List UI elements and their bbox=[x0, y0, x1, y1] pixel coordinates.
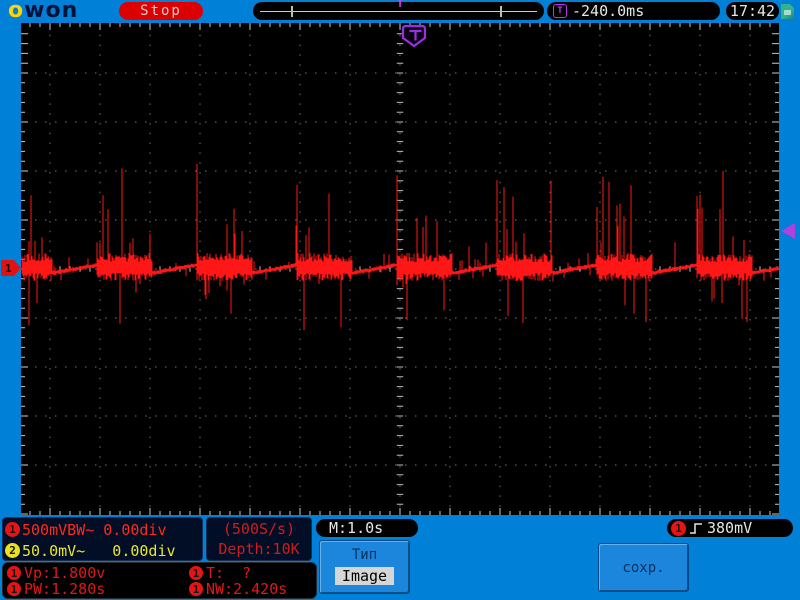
trigger-offset-readout: T -240.0ms bbox=[547, 2, 720, 20]
trigger-t-icon: T bbox=[553, 4, 567, 18]
measure-badge: 1 bbox=[7, 566, 21, 580]
measure-badge: 1 bbox=[189, 582, 203, 596]
ch1-trace bbox=[22, 164, 778, 330]
trigger-position-badge bbox=[403, 26, 425, 46]
logo-rest: won bbox=[24, 0, 78, 23]
oscilloscope-screen: owon Stop T T -240.0ms 17:42 1 1 500mVBW… bbox=[0, 0, 800, 600]
logo-o: o bbox=[8, 0, 24, 23]
owon-logo: owon bbox=[8, 0, 78, 23]
ch2-badge: 2 bbox=[5, 543, 20, 558]
window-right-bracket bbox=[500, 6, 502, 17]
sd-card-icon bbox=[781, 4, 794, 19]
channel-info-panel: 1 500mVBW~ 0.00div 2 50.0mV~ 0.00div bbox=[2, 517, 203, 561]
trigger-position-marker: T bbox=[394, 0, 406, 10]
timebase-readout: M:1.0s bbox=[316, 519, 418, 537]
menu-type-value[interactable]: Image bbox=[335, 567, 394, 585]
trigger-level-arrow-icon[interactable] bbox=[781, 223, 795, 239]
trigger-level-value: 380mV bbox=[707, 519, 752, 537]
record-line bbox=[260, 11, 537, 12]
measure-badge: 1 bbox=[189, 566, 203, 580]
measure-badge: 1 bbox=[7, 582, 21, 596]
measure-pw-value: PW:1.280s bbox=[24, 580, 105, 598]
measurements-panel: 1Vp:1.800v 1T: ? 1PW:1.280s 1NW:2.420s bbox=[2, 562, 317, 599]
ch2-settings: 50.0mV~ 0.00div bbox=[22, 542, 176, 560]
save-button[interactable]: сохр. bbox=[598, 543, 689, 592]
waveform-display bbox=[21, 23, 779, 515]
memory-depth: Depth:10K bbox=[218, 540, 299, 558]
measure-pw: 1PW:1.280s bbox=[7, 580, 189, 598]
trigger-readout: 1 380mV bbox=[667, 519, 793, 537]
clock: 17:42 bbox=[726, 2, 779, 20]
measure-nw: 1NW:2.420s bbox=[189, 580, 287, 598]
menu-type-button[interactable]: Тип Image bbox=[319, 540, 410, 594]
sample-rate: (500S/s) bbox=[223, 520, 295, 538]
ch1-settings: 500mVBW~ 0.00div bbox=[22, 521, 167, 539]
save-button-label: сохр. bbox=[622, 560, 664, 576]
menu-type-label: Тип bbox=[320, 547, 409, 563]
ch1-info-row: 1 500mVBW~ 0.00div bbox=[5, 519, 200, 540]
window-left-bracket bbox=[291, 6, 293, 17]
trigger-offset-value: -240.0ms bbox=[572, 2, 644, 20]
ch1-position-marker[interactable]: 1 bbox=[1, 260, 21, 276]
trigger-source-badge: 1 bbox=[671, 521, 686, 536]
measure-nw-value: NW:2.420s bbox=[206, 580, 287, 598]
sampling-panel: (500S/s) Depth:10K bbox=[206, 517, 312, 561]
run-status-indicator[interactable]: Stop bbox=[119, 2, 203, 20]
ch1-badge: 1 bbox=[5, 522, 20, 537]
rising-edge-icon bbox=[689, 521, 704, 536]
ch2-info-row: 2 50.0mV~ 0.00div bbox=[5, 540, 200, 561]
